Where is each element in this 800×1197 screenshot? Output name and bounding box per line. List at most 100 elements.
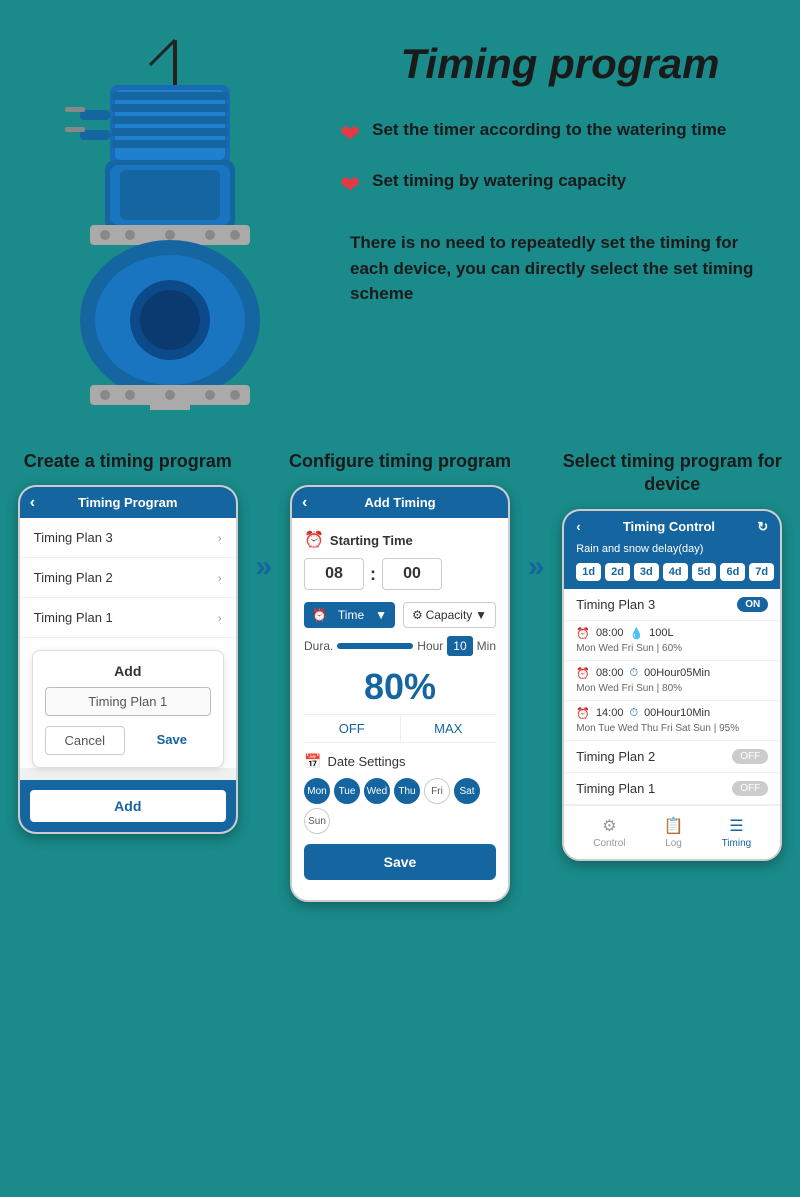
dropdown-arrow-icon-2: ▼ xyxy=(475,608,487,622)
capacity-mode-label: Capacity xyxy=(426,608,473,622)
max-button[interactable]: MAX xyxy=(401,715,497,742)
col2-label: Configure timing program xyxy=(289,450,511,473)
plan3-detail1: ⏰ 08:00 💧 100L Mon Wed Fri Sun | 60% xyxy=(564,621,780,661)
feature-text-1: Set the timer according to the watering … xyxy=(372,118,726,142)
off-max-row: OFF MAX xyxy=(304,714,496,743)
plan3-cap1: 100L xyxy=(649,627,673,639)
hour-input[interactable]: 08 xyxy=(304,558,364,590)
add-button[interactable]: Add xyxy=(30,790,226,822)
plan2-row: Timing Plan 2 OFF xyxy=(564,741,780,773)
footer-timing[interactable]: ☰ Timing xyxy=(722,816,752,849)
timing-form: ⏰ Starting Time 08 : 00 ⏰ Time ▼ xyxy=(292,518,508,900)
plan3-detail2: ⏰ 08:00 ⏱ 00Hour05Min Mon Wed Fri Sun | … xyxy=(564,661,780,701)
feature-item-2: ❤ Set timing by watering capacity xyxy=(340,169,780,200)
col3-label: Select timing program for device xyxy=(559,450,785,497)
time-inputs: 08 : 00 xyxy=(304,558,496,590)
plan3-row: Timing Plan 3 ON xyxy=(564,589,780,621)
dropdown-arrow-icon-1: ▼ xyxy=(375,608,387,622)
dura-unit: Hour xyxy=(417,639,443,653)
timing-plan-3-item[interactable]: Timing Plan 3 › xyxy=(20,518,236,558)
time-mode-dropdown[interactable]: ⏰ Time ▼ xyxy=(304,602,395,628)
save-button[interactable]: Save xyxy=(133,726,211,755)
phone1-header: ‹ Timing Program xyxy=(20,487,236,518)
footer-log[interactable]: 📋 Log xyxy=(664,816,684,849)
phone-column-1: Create a timing program ‹ Timing Program… xyxy=(15,450,241,834)
day-sat[interactable]: Sat xyxy=(454,778,480,804)
cancel-button[interactable]: Cancel xyxy=(45,726,125,755)
page-title: Timing program xyxy=(340,40,780,88)
phone2-header: ‹ Add Timing xyxy=(292,487,508,518)
dialog-input[interactable]: Timing Plan 1 xyxy=(45,687,211,716)
timing-icon: ☰ xyxy=(729,816,743,836)
chevron-right-icon-3: › xyxy=(218,611,222,625)
plan1-row: Timing Plan 1 OFF xyxy=(564,773,780,805)
minute-input[interactable]: 00 xyxy=(382,558,442,590)
plan3-detail3: ⏰ 14:00 ⏱ 00Hour10Min Mon Tue Wed Thu Fr… xyxy=(564,701,780,741)
phone2-mockup: ‹ Add Timing ⏰ Starting Time 08 : 00 xyxy=(290,485,510,902)
capacity-mode-dropdown[interactable]: ⚙ Capacity ▼ xyxy=(403,602,496,628)
phone2-body: ⏰ Starting Time 08 : 00 ⏰ Time ▼ xyxy=(292,518,508,900)
delay-6d[interactable]: 6d xyxy=(720,563,745,581)
mode-row: ⏰ Time ▼ ⚙ Capacity ▼ xyxy=(304,602,496,628)
time-mode-label: Time xyxy=(338,608,364,622)
plan3-name: Timing Plan 3 xyxy=(576,597,655,612)
arrow-1: » xyxy=(256,550,273,584)
phone3-body: Timing Plan 3 ON ⏰ 08:00 💧 100L Mon Wed … xyxy=(564,589,780,859)
refresh-icon[interactable]: ↻ xyxy=(757,519,768,535)
right-content: Timing program ❤ Set the timer according… xyxy=(340,30,780,307)
plan3-detail3-row: ⏰ 14:00 ⏱ 00Hour10Min xyxy=(576,707,768,720)
delay-3d[interactable]: 3d xyxy=(634,563,659,581)
top-section: Timing program ❤ Set the timer according… xyxy=(0,0,800,430)
footer-control[interactable]: ⚙ Control xyxy=(593,816,625,849)
delay-4d[interactable]: 4d xyxy=(663,563,688,581)
plan3-days2: Mon Wed Fri Sun | 80% xyxy=(576,683,768,694)
timing-plan-3-label: Timing Plan 3 xyxy=(34,530,113,545)
feature-item-1: ❤ Set the timer according to the waterin… xyxy=(340,118,780,149)
dura-num[interactable]: 10 xyxy=(447,636,472,656)
phone-column-2: Configure timing program ‹ Add Timing ⏰ … xyxy=(287,450,513,902)
plan1-toggle[interactable]: OFF xyxy=(732,781,768,796)
phone3-mockup: ‹ Timing Control ↻ Rain and snow delay(d… xyxy=(562,509,782,861)
delay-7d[interactable]: 7d xyxy=(749,563,774,581)
back-arrow-icon-3[interactable]: ‹ xyxy=(576,519,580,534)
device-image xyxy=(20,30,320,410)
phone-column-3: Select timing program for device ‹ Timin… xyxy=(559,450,785,861)
day-tue[interactable]: Tue xyxy=(334,778,360,804)
delay-1d[interactable]: 1d xyxy=(576,563,601,581)
bottom-section: Create a timing program ‹ Timing Program… xyxy=(0,430,800,922)
dialog-buttons: Cancel Save xyxy=(45,726,211,755)
off-button[interactable]: OFF xyxy=(304,715,401,742)
plan3-days1: Mon Wed Fri Sun | 60% xyxy=(576,643,768,654)
log-icon: 📋 xyxy=(664,816,684,836)
col1-label: Create a timing program xyxy=(24,450,232,473)
date-settings-section: 📅 Date Settings xyxy=(304,753,496,770)
chevron-right-icon-1: › xyxy=(218,531,222,545)
timing-plan-1-item[interactable]: Timing Plan 1 › xyxy=(20,598,236,638)
percent-display: 80% xyxy=(304,666,496,708)
plan2-name: Timing Plan 2 xyxy=(576,749,655,764)
day-mon[interactable]: Mon xyxy=(304,778,330,804)
save-timing-button[interactable]: Save xyxy=(304,844,496,880)
plan3-detail1-row: ⏰ 08:00 💧 100L xyxy=(576,627,768,640)
chevron-right-icon-2: › xyxy=(218,571,222,585)
phone3-header-title: Timing Control xyxy=(623,519,715,534)
back-arrow-icon-2[interactable]: ‹ xyxy=(302,494,307,512)
day-fri[interactable]: Fri xyxy=(424,778,450,804)
day-wed[interactable]: Wed xyxy=(364,778,390,804)
delay-2d[interactable]: 2d xyxy=(605,563,630,581)
add-dialog: Add Timing Plan 1 Cancel Save xyxy=(32,650,224,768)
phone1-body: Timing Plan 3 › Timing Plan 2 › Timing P… xyxy=(20,518,236,768)
day-sun[interactable]: Sun xyxy=(304,808,330,834)
dura-box[interactable] xyxy=(337,643,413,649)
plan3-detail2-row: ⏰ 08:00 ⏱ 00Hour05Min xyxy=(576,667,768,680)
footer-timing-label: Timing xyxy=(722,838,752,849)
delay-days-row: 1d 2d 3d 4d 5d 6d 7d xyxy=(564,563,780,589)
plan3-toggle[interactable]: ON xyxy=(737,597,768,612)
timing-plan-2-item[interactable]: Timing Plan 2 › xyxy=(20,558,236,598)
delay-5d[interactable]: 5d xyxy=(692,563,717,581)
plan3-time2: 08:00 xyxy=(596,667,624,679)
plan2-toggle[interactable]: OFF xyxy=(732,749,768,764)
back-arrow-icon[interactable]: ‹ xyxy=(30,494,35,512)
day-thu[interactable]: Thu xyxy=(394,778,420,804)
date-settings-label: Date Settings xyxy=(327,754,405,769)
